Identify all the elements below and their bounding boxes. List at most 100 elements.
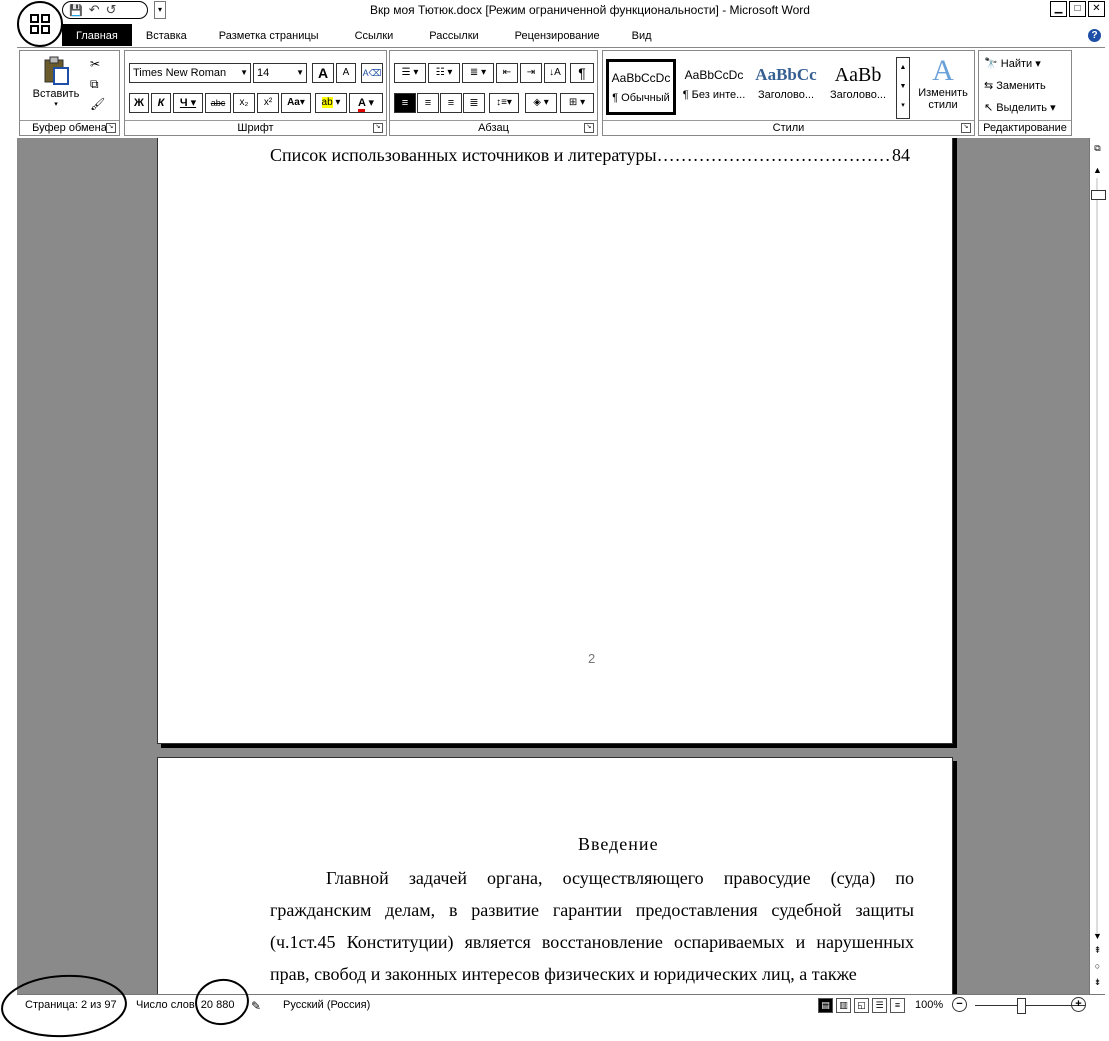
bullets-button[interactable]: ☰ ▾ (394, 63, 426, 83)
bold-button[interactable]: Ж (129, 93, 149, 113)
shading-button[interactable]: ◈ ▾ (525, 93, 557, 113)
clipboard-group: Вставить ▾ ✂ ⧉ 🖌 Буфер обмена ↘ (19, 50, 120, 136)
font-size-combo[interactable]: 14 ▼ (253, 63, 307, 83)
strikethrough-button[interactable]: abc (205, 93, 231, 113)
ribbon-tabs: Главная Вставка Разметка страницы Ссылки… (62, 24, 666, 46)
tab-review[interactable]: Рецензирование (497, 24, 618, 46)
maximize-button[interactable]: □ (1069, 1, 1086, 17)
show-marks-button[interactable]: ¶ (570, 63, 594, 83)
increase-indent-button[interactable]: ⇥ (520, 63, 542, 83)
underline-button[interactable]: Ч ▾ (173, 93, 203, 113)
tab-home[interactable]: Главная (62, 24, 132, 46)
scroll-down-icon[interactable]: ▼ (1091, 930, 1104, 943)
scroll-up-icon[interactable]: ▲ (1091, 164, 1104, 177)
ribbon: Вставить ▾ ✂ ⧉ 🖌 Буфер обмена ↘ Times Ne… (17, 47, 1105, 139)
font-name-value: Times New Roman (133, 67, 227, 79)
print-layout-view-icon[interactable]: ▤ (818, 998, 833, 1013)
paste-dropdown-icon[interactable]: ▾ (28, 100, 84, 108)
style-heading-2[interactable]: AaBb Заголово... (823, 59, 893, 115)
styles-launcher-icon[interactable]: ↘ (961, 123, 971, 133)
borders-button[interactable]: ⊞ ▾ (560, 93, 594, 113)
zoom-slider[interactable] (975, 1005, 1085, 1006)
clear-formatting-button[interactable]: A⌫ (361, 63, 383, 83)
find-button[interactable]: 🔭 Найти ▾ (984, 57, 1041, 70)
zoom-level[interactable]: 100% (915, 999, 943, 1011)
shrink-font-button[interactable]: A (336, 63, 356, 83)
draft-view-icon[interactable]: ≡ (890, 998, 905, 1013)
align-center-button[interactable]: ≡ (417, 93, 439, 113)
multilevel-list-button[interactable]: ≣ ▾ (462, 63, 494, 83)
next-page-icon[interactable]: ⇟ (1091, 976, 1104, 989)
zoom-out-icon[interactable]: − (952, 997, 967, 1012)
ruler-toggle-icon[interactable]: ⧉ (1091, 142, 1104, 155)
align-right-button[interactable]: ≡ (440, 93, 462, 113)
superscript-button[interactable]: x² (257, 93, 279, 113)
styles-scroll[interactable]: ▲ ▼ ▾ (896, 57, 910, 119)
browse-object-icon[interactable]: ○ (1091, 960, 1104, 973)
cut-icon[interactable]: ✂ (90, 57, 100, 71)
office-button[interactable] (17, 1, 63, 47)
minimize-button[interactable]: ▁ (1050, 1, 1067, 17)
align-left-button[interactable]: ≡ (394, 93, 416, 113)
full-screen-reading-view-icon[interactable]: ▥ (836, 998, 851, 1013)
change-styles-icon: A (932, 54, 954, 87)
document-page[interactable]: Список использованных источников и литер… (157, 138, 953, 744)
save-icon[interactable]: 💾 (69, 4, 83, 17)
style-no-spacing[interactable]: AaBbCcDc ¶ Без инте... (679, 59, 749, 115)
paragraph-launcher-icon[interactable]: ↘ (584, 123, 594, 133)
tab-mailings[interactable]: Рассылки (411, 24, 496, 46)
font-color-button[interactable]: A ▾ (349, 93, 383, 113)
language-status[interactable]: Русский (Россия) (283, 999, 370, 1011)
select-button[interactable]: ↖ Выделить ▾ (984, 101, 1056, 114)
paste-button[interactable]: Вставить ▾ (28, 55, 84, 115)
document-page[interactable]: Введение Главной задачей органа, осущест… (157, 757, 953, 994)
font-launcher-icon[interactable]: ↘ (373, 123, 383, 133)
replace-button[interactable]: ⇆ Заменить (984, 79, 1046, 92)
toc-entry-dots: …………………………………………………………… (656, 145, 892, 165)
zoom-in-icon[interactable]: + (1071, 997, 1086, 1012)
numbering-button[interactable]: ☷ ▾ (428, 63, 460, 83)
outline-view-icon[interactable]: ☰ (872, 998, 887, 1013)
clipboard-launcher-icon[interactable]: ↘ (106, 123, 116, 133)
close-button[interactable]: ✕ (1088, 1, 1105, 17)
zoom-slider-thumb[interactable] (1017, 998, 1026, 1014)
find-label: Найти (1000, 58, 1033, 70)
redo-icon[interactable]: ↺ (106, 2, 117, 18)
styles-group: AaBbCcDc ¶ Обычный AaBbCcDc ¶ Без инте..… (602, 50, 975, 136)
tab-references[interactable]: Ссылки (337, 24, 412, 46)
editing-group: 🔭 Найти ▾ ⇆ Заменить ↖ Выделить ▾ Редакт… (978, 50, 1072, 136)
scroll-thumb[interactable] (1091, 190, 1106, 200)
line-spacing-button[interactable]: ↕≡▾ (489, 93, 519, 113)
vertical-scrollbar[interactable]: ⧉ ▲ ▼ ⇞ ○ ⇟ (1089, 138, 1106, 994)
toc-entry-text: Список использованных источников и литер… (270, 145, 657, 165)
change-styles-button[interactable]: A Изменить стили (913, 54, 973, 112)
body-paragraph: Главной задачей органа, осуществляющего … (270, 862, 914, 990)
previous-page-icon[interactable]: ⇞ (1091, 944, 1104, 957)
style-heading-1[interactable]: AaBbCc Заголово... (751, 59, 821, 115)
tab-view[interactable]: Вид (618, 24, 666, 46)
highlight-button[interactable]: ab ▾ (315, 93, 347, 113)
change-case-button[interactable]: Aa▾ (281, 93, 311, 113)
change-case-label: Aa (287, 97, 300, 108)
customize-qat-button[interactable]: ▾ (154, 1, 166, 19)
decrease-indent-button[interactable]: ⇤ (496, 63, 518, 83)
style-heading-2-name: Заголово... (829, 89, 887, 101)
scroll-track[interactable] (1096, 178, 1098, 933)
section-heading: Введение (578, 834, 659, 854)
web-layout-view-icon[interactable]: ◱ (854, 998, 869, 1013)
toc-entry: Список использованных источников и литер… (270, 145, 910, 166)
tab-page-layout[interactable]: Разметка страницы (201, 24, 337, 46)
italic-button[interactable]: К (151, 93, 171, 113)
clipboard-group-label: Буфер обмена (20, 120, 119, 135)
format-painter-icon[interactable]: 🖌 (90, 97, 105, 111)
copy-icon[interactable]: ⧉ (90, 77, 99, 92)
font-name-combo[interactable]: Times New Roman ▼ (129, 63, 251, 83)
grow-font-button[interactable]: A (312, 63, 334, 83)
undo-icon[interactable]: ↶ (89, 2, 100, 18)
style-normal[interactable]: AaBbCcDc ¶ Обычный (606, 59, 676, 115)
sort-button[interactable]: ↓A (544, 63, 566, 83)
subscript-button[interactable]: x₂ (233, 93, 255, 113)
help-icon[interactable]: ? (1088, 29, 1101, 42)
tab-insert[interactable]: Вставка (132, 24, 201, 46)
justify-button[interactable]: ≣ (463, 93, 485, 113)
